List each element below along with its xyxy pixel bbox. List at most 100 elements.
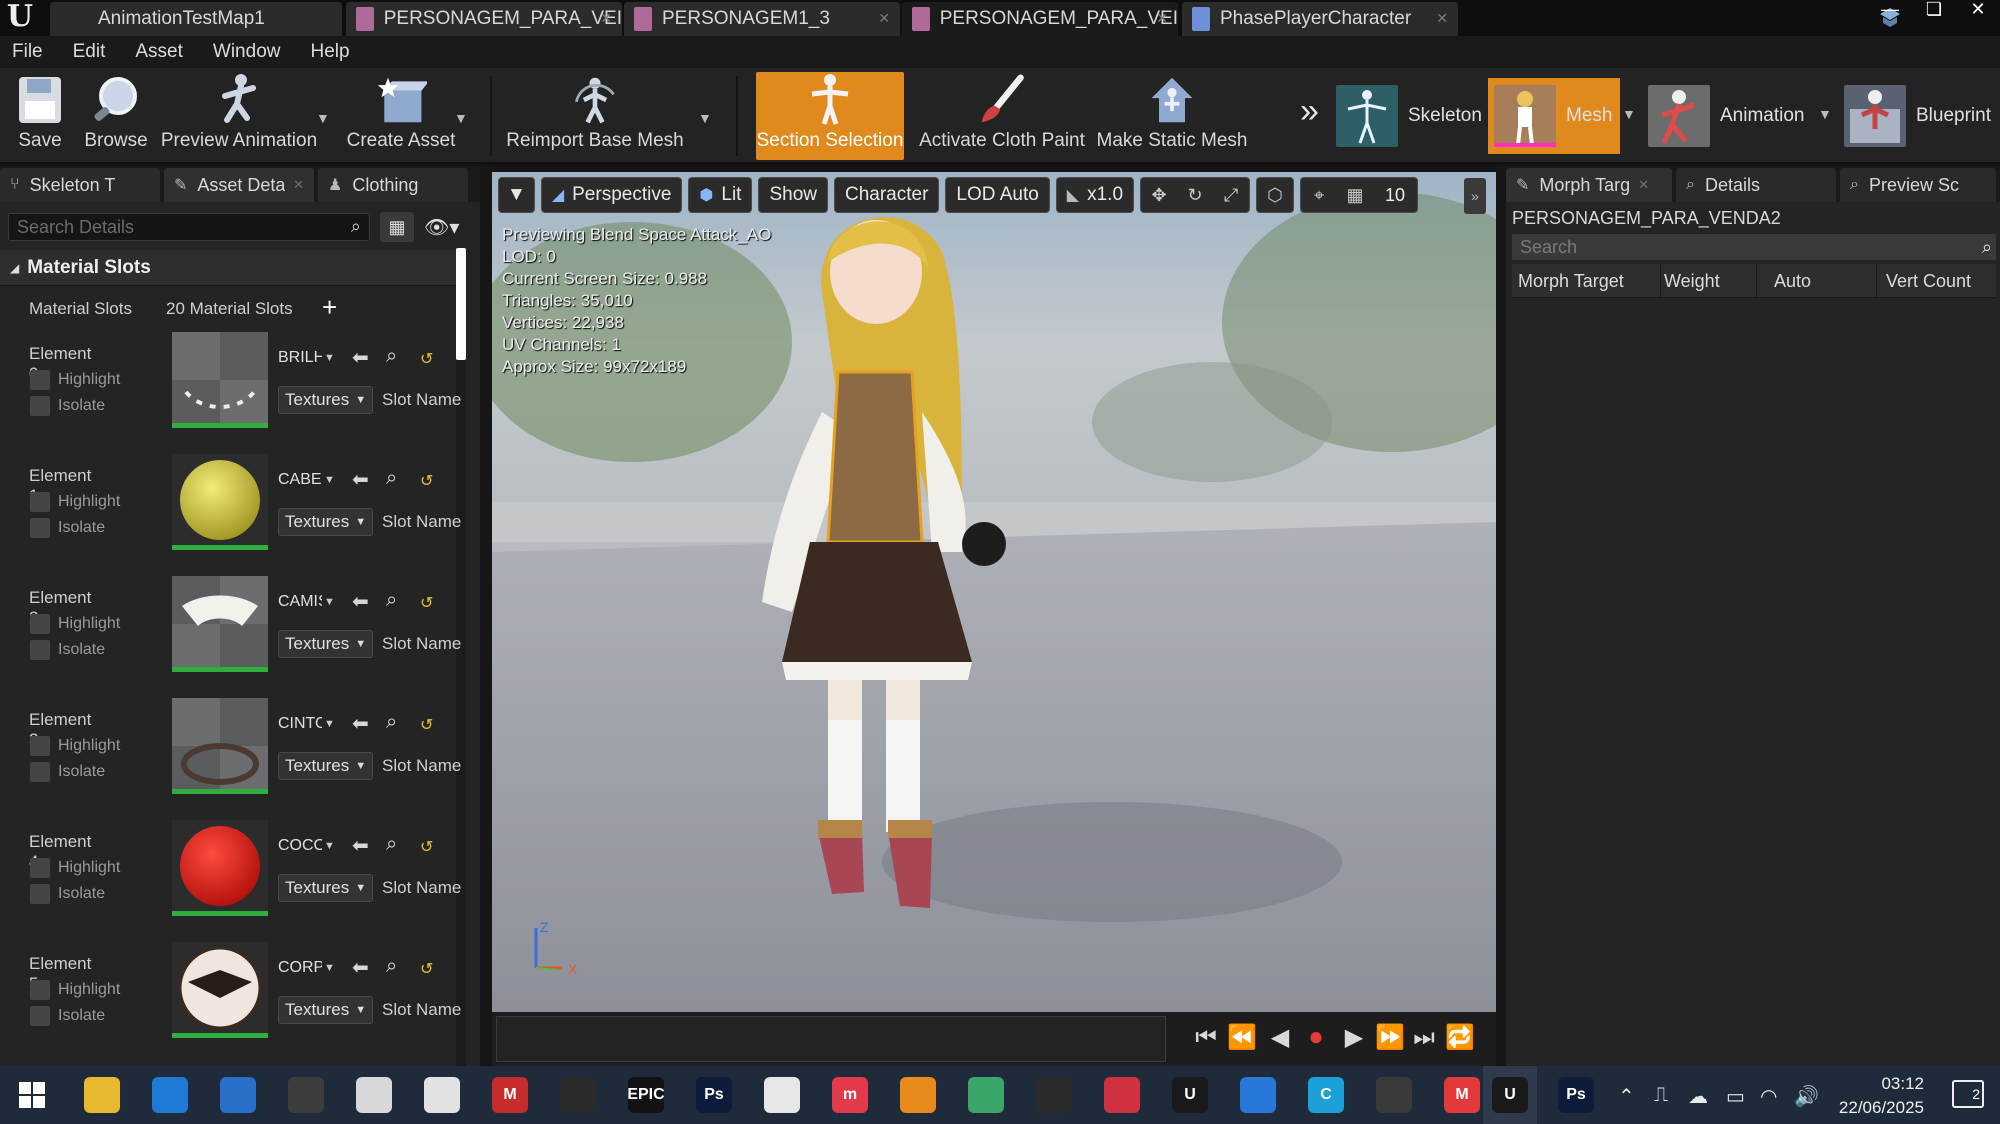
step-forward-icon[interactable]: ⏩ (1372, 1020, 1408, 1056)
onedrive-icon[interactable]: ☁ (1688, 1084, 1708, 1109)
blender-icon[interactable] (900, 1077, 936, 1113)
chevron-down-icon[interactable]: ▼ (316, 110, 330, 126)
material-thumbnail[interactable] (172, 820, 268, 916)
reset-to-default-icon[interactable]: ↺ (420, 593, 433, 613)
viewport-options-button[interactable]: ▼ (498, 177, 535, 213)
doc-tab-map[interactable]: AnimationTestMap1 (50, 2, 342, 36)
reset-to-default-icon[interactable]: ↺ (420, 959, 433, 979)
mode-animation-button[interactable]: Animation (1648, 78, 1805, 154)
use-selected-arrow-icon[interactable]: ⬅ (352, 467, 369, 492)
app-c-icon[interactable] (560, 1077, 596, 1113)
ms-store-icon[interactable] (1240, 1077, 1276, 1113)
browse-button[interactable]: Browse (80, 72, 152, 160)
browse-magnifier-icon[interactable]: ⌕ (386, 955, 397, 978)
menu-window[interactable]: Window (213, 41, 281, 63)
close-icon[interactable]: ✕ (1156, 10, 1168, 27)
morph-search-input[interactable]: Search ⌕ (1512, 234, 1996, 260)
isolate-checkbox[interactable] (30, 640, 50, 660)
close-icon[interactable]: ✕ (1638, 177, 1649, 193)
preview-viewport[interactable]: ▼ ◢ Perspective ⬢ Lit Show Character LOD A… (492, 172, 1496, 1012)
textures-dropdown[interactable]: Textures ▼ (278, 996, 374, 1024)
search-details-input[interactable]: Search Details ⌕ (8, 213, 370, 241)
app-g-icon[interactable]: C (1308, 1077, 1344, 1113)
skip-to-start-icon[interactable]: ⏮ (1188, 1020, 1224, 1056)
windows-start-icon[interactable] (14, 1077, 50, 1113)
chevron-down-icon[interactable]: ▼ (1622, 106, 1636, 122)
highlight-checkbox-row[interactable]: Highlight (30, 980, 120, 1000)
chrome-icon[interactable] (424, 1077, 460, 1113)
highlight-checkbox[interactable] (30, 370, 50, 390)
browse-magnifier-icon[interactable]: ⌕ (386, 833, 397, 856)
highlight-checkbox[interactable] (30, 736, 50, 756)
browse-magnifier-icon[interactable]: ⌕ (386, 589, 397, 612)
doc-tab-blueprint[interactable]: PhasePlayerCharacter ✕ (1182, 2, 1458, 36)
perspective-button[interactable]: ◢ Perspective (540, 177, 683, 213)
edge-icon[interactable] (152, 1077, 188, 1113)
translate-icon[interactable]: ✥ (1141, 185, 1177, 206)
app-a-icon[interactable] (288, 1077, 324, 1113)
add-material-slot-button[interactable]: + (322, 292, 337, 323)
volume-icon[interactable]: 🔊 (1794, 1084, 1819, 1109)
chevron-down-icon[interactable]: ▼ (698, 110, 712, 126)
highlight-checkbox-row[interactable]: Highlight (30, 492, 120, 512)
wifi-icon[interactable]: ◠ (1760, 1084, 1777, 1109)
textures-dropdown[interactable]: Textures ▼ (278, 386, 374, 414)
unreal-engine-icon[interactable]: U (1172, 1077, 1208, 1113)
visibility-eye-icon[interactable]: 👁▾ (424, 215, 459, 240)
tab-morph-target[interactable]: ✎ Morph Targ ✕ (1506, 168, 1672, 202)
column-vert-count[interactable]: Vert Count (1886, 271, 1971, 292)
world-space-icon[interactable]: ⬡ (1257, 185, 1293, 206)
marmoset-icon[interactable]: M (492, 1077, 528, 1113)
tray-overflow-icon[interactable]: ⌃ (1618, 1084, 1635, 1109)
menu-edit[interactable]: Edit (73, 41, 106, 63)
reimport-base-mesh-button[interactable]: Reimport Base Mesh (506, 72, 684, 160)
lit-button[interactable]: ⬢ Lit (688, 177, 753, 213)
highlight-checkbox-row[interactable]: Highlight (30, 858, 120, 878)
file-explorer-icon[interactable] (84, 1077, 120, 1113)
unreal-engine-active-icon[interactable]: U (1492, 1077, 1528, 1113)
skip-to-end-icon[interactable]: ⏭ (1406, 1020, 1442, 1056)
scrollbar-thumb[interactable] (456, 248, 466, 360)
playback-speed-button[interactable]: ◣ x1.0 (1055, 177, 1135, 213)
chevron-down-icon[interactable]: ▼ (454, 110, 468, 126)
isolate-checkbox[interactable] (30, 762, 50, 782)
reset-to-default-icon[interactable]: ↺ (420, 471, 433, 491)
isolate-checkbox[interactable] (30, 396, 50, 416)
tab-clothing[interactable]: ♟ Clothing (318, 168, 468, 202)
make-static-mesh-button[interactable]: Make Static Mesh (1097, 72, 1248, 160)
material-picker[interactable]: BRILH ▼ (278, 344, 335, 372)
doc-tab-mesh-3[interactable]: PERSONAGEM_PARA_VEI ✕ (902, 2, 1178, 36)
textures-dropdown[interactable]: Textures ▼ (278, 508, 374, 536)
highlight-checkbox[interactable] (30, 614, 50, 634)
show-button[interactable]: Show (758, 177, 828, 213)
close-icon[interactable]: ✕ (1436, 10, 1448, 27)
reset-to-default-icon[interactable]: ↺ (420, 349, 433, 369)
isolate-checkbox-row[interactable]: Isolate (30, 396, 105, 416)
section-selection-button[interactable]: Section Selection (756, 72, 904, 160)
photoshop-icon[interactable]: Ps (696, 1077, 732, 1113)
grid-snap-value[interactable]: 10 (1373, 185, 1417, 206)
create-asset-button[interactable]: Create Asset (346, 72, 456, 160)
tab-details[interactable]: ⌕ Details (1676, 168, 1836, 202)
timeline-scrubber[interactable] (496, 1016, 1166, 1062)
isolate-checkbox[interactable] (30, 1006, 50, 1026)
mode-blueprint-button[interactable]: Blueprint (1844, 78, 1991, 154)
tab-skeleton-tree[interactable]: ⑂ Skeleton T (0, 168, 160, 202)
app-d-icon[interactable] (968, 1077, 1004, 1113)
panel-splitter[interactable] (480, 166, 492, 1066)
unreal-logo-icon[interactable]: U (4, 1, 36, 33)
chevron-down-icon[interactable]: ▼ (1818, 106, 1832, 122)
browse-magnifier-icon[interactable]: ⌕ (386, 467, 397, 490)
viewport-collapse-button[interactable]: » (1464, 178, 1486, 214)
use-selected-arrow-icon[interactable]: ⬅ (352, 955, 369, 980)
mode-mesh-button[interactable]: Mesh (1488, 78, 1621, 154)
activate-cloth-paint-button[interactable]: Activate Cloth Paint (914, 72, 1090, 160)
close-button[interactable]: ✕ (1956, 0, 2000, 22)
highlight-checkbox-row[interactable]: Highlight (30, 370, 120, 390)
use-selected-arrow-icon[interactable]: ⬅ (352, 711, 369, 736)
material-picker[interactable]: CINTO ▼ (278, 710, 335, 738)
material-thumbnail[interactable] (172, 576, 268, 672)
mail-icon[interactable] (220, 1077, 256, 1113)
minimize-button[interactable]: — (1868, 0, 1912, 22)
save-button[interactable]: Save (10, 72, 70, 160)
